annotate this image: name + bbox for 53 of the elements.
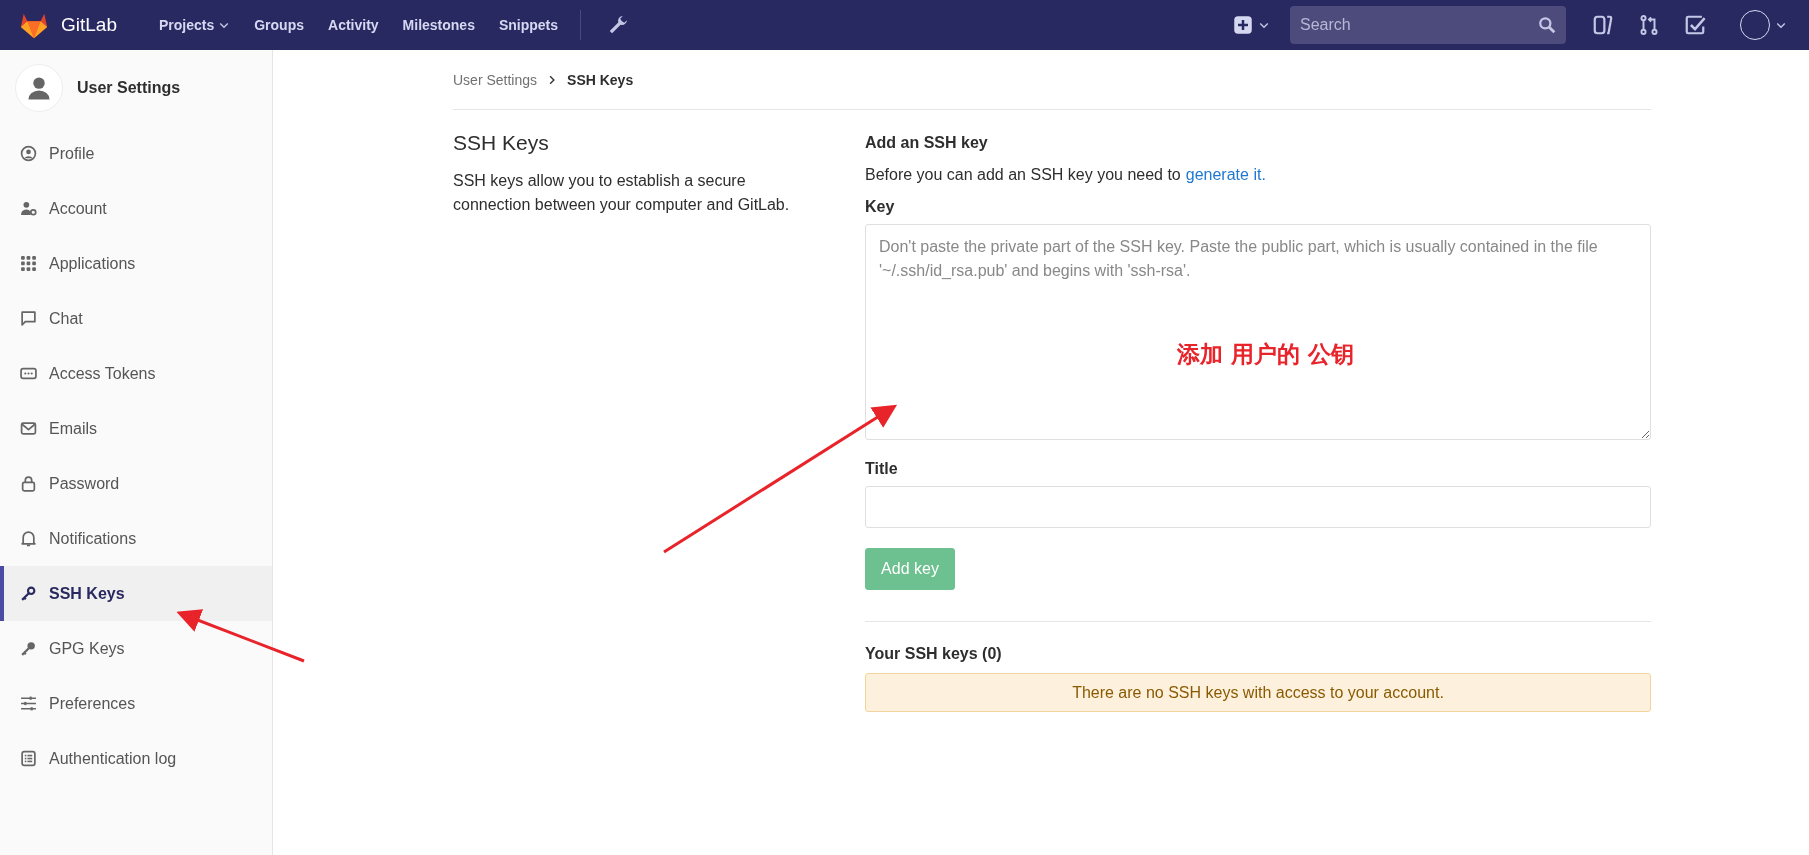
sliders-icon [20, 695, 37, 712]
panel-icon[interactable] [1592, 14, 1614, 36]
search-icon [1538, 16, 1556, 34]
new-dropdown-button[interactable] [1233, 15, 1270, 35]
grid-icon [20, 255, 37, 272]
section-title: SSH Keys [453, 131, 550, 155]
sidebar-item[interactable]: Authentication log [0, 731, 272, 786]
sidebar-item[interactable]: Access Tokens [0, 346, 272, 401]
hint-text: Before you can add an SSH key you need to [865, 166, 1181, 184]
sidebar-item[interactable]: Chat [0, 291, 272, 346]
envelope-icon [20, 420, 37, 437]
nav-link[interactable]: Snippets [498, 17, 559, 33]
wrench-icon[interactable] [607, 14, 630, 36]
sidebar-item[interactable]: Account [0, 181, 272, 236]
breadcrumb-link[interactable]: User Settings [453, 71, 538, 88]
nav-link[interactable]: Milestones [402, 17, 475, 33]
sidebar-item[interactable]: GPG Keys [0, 621, 272, 676]
sidebar-item[interactable]: Notifications [0, 511, 272, 566]
nav-link[interactable]: Activity [328, 17, 379, 33]
plus-icon [1233, 15, 1253, 35]
user-gear-icon [20, 200, 37, 217]
empty-keys-message: There are no SSH keys with access to your account. [865, 673, 1651, 712]
sidebar-item[interactable]: Preferences [0, 676, 272, 731]
nav-link[interactable]: Groups [254, 17, 304, 33]
brand-link[interactable]: GitLab [61, 14, 117, 36]
sidebar-item[interactable]: SSH Keys [0, 566, 272, 621]
merge-request-icon[interactable] [1638, 14, 1660, 36]
breadcrumb-link[interactable]: SSH Keys [567, 71, 634, 88]
key-label: Key [865, 198, 896, 216]
chat-bubble-icon [20, 310, 37, 327]
lock-icon [20, 475, 37, 492]
user-silhouette-icon [26, 75, 52, 101]
dots-box-icon [20, 365, 37, 382]
keys-heading: Your SSH keys (0) [865, 645, 1003, 663]
title-label: Title [865, 460, 899, 478]
checkbox-icon[interactable] [1684, 14, 1706, 36]
key-icon [20, 585, 37, 602]
search-field[interactable]: Search [1290, 6, 1566, 44]
sidebar-item[interactable]: Profile [0, 126, 272, 181]
user-circle-icon [20, 145, 37, 162]
bell-icon [20, 530, 37, 547]
generate-link[interactable]: generate it. [1185, 166, 1266, 184]
annotation-text: 添加 用户的 公钥 [1177, 340, 1354, 369]
key-icon [20, 640, 37, 657]
sidebar-item[interactable]: Emails [0, 401, 272, 456]
title-field[interactable] [865, 486, 1651, 528]
sidebar-title[interactable]: User Settings [77, 79, 181, 97]
sidebar-item[interactable]: Password [0, 456, 272, 511]
form-heading: Add an SSH key [865, 134, 989, 152]
list-icon [20, 750, 37, 767]
section-description: SSH keys allow you to establish a secure connection between your computer and GitLab. [453, 171, 791, 215]
nav-link[interactable]: Projects [159, 17, 231, 33]
sidebar-item[interactable]: Applications [0, 236, 272, 291]
